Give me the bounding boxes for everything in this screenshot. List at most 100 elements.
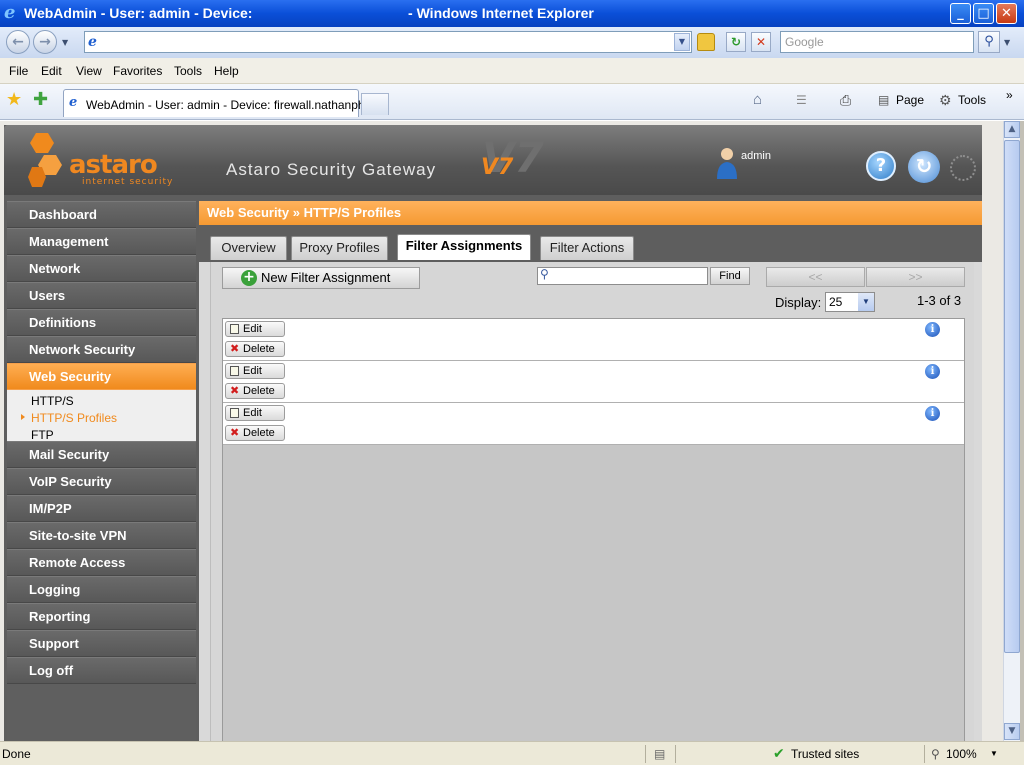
delete-button[interactable]: ✖ Delete	[225, 425, 285, 441]
close-button[interactable]: ✕	[996, 3, 1017, 24]
window-titlebar: e WebAdmin - User: admin - Device: - Win…	[0, 0, 1024, 27]
lock-icon[interactable]	[697, 33, 715, 51]
edit-button[interactable]: Edit	[225, 363, 285, 379]
find-input[interactable]: ⚲	[537, 267, 708, 285]
sidebar-item-definitions[interactable]: Definitions	[7, 309, 196, 336]
edit-button[interactable]: Edit	[225, 321, 285, 337]
zoom-dropdown-icon[interactable]: ▼	[990, 743, 998, 765]
home-icon[interactable]: ⌂	[753, 92, 762, 107]
search-options-icon[interactable]: ▼	[1004, 38, 1010, 47]
browser-tab-label: WebAdmin - User: admin - Device: firewal…	[86, 98, 382, 112]
tab-proxy-profiles[interactable]: Proxy Profiles	[291, 236, 388, 260]
product-name: Astaro Security Gateway	[226, 160, 437, 179]
refresh-button[interactable]: ↻	[726, 32, 746, 52]
tools-menu[interactable]: Tools	[958, 93, 986, 107]
sidebar-item-label: Support	[29, 636, 79, 651]
sidebar-item-users[interactable]: Users	[7, 282, 196, 309]
sidebar-item-log-off[interactable]: Log off	[7, 657, 196, 684]
favorites-star-icon[interactable]: ★	[6, 91, 22, 109]
sidebar-item-web-security[interactable]: Web Security	[7, 363, 196, 390]
checkmark-icon: ✔	[773, 746, 785, 762]
sidebar-item-label: Mail Security	[29, 447, 110, 462]
history-dropdown-icon[interactable]: ▼	[62, 38, 68, 47]
previous-page-button[interactable]: <<	[766, 267, 865, 287]
info-icon[interactable]: i	[925, 406, 940, 421]
delete-button[interactable]: ✖ Delete	[225, 341, 285, 357]
sidebar-item-support[interactable]: Support	[7, 630, 196, 657]
browser-tab-row: ★ ✚ e WebAdmin - User: admin - Device: f…	[0, 84, 1024, 120]
find-button[interactable]: Find	[710, 267, 750, 285]
status-text: Done	[2, 747, 31, 761]
info-icon[interactable]: i	[925, 322, 940, 337]
forward-button[interactable]: →	[33, 30, 57, 54]
address-bar[interactable]: e ▼	[84, 31, 692, 53]
display-select[interactable]: 25 ▼	[825, 292, 875, 312]
tab-filter-actions[interactable]: Filter Actions	[540, 236, 634, 260]
menu-view[interactable]: View	[76, 64, 102, 78]
status-divider	[645, 745, 646, 763]
tools-gear-icon[interactable]: ⚙	[939, 93, 952, 107]
tab-page-icon: e	[69, 95, 78, 110]
zoom-icon: ⚲	[931, 747, 940, 761]
menu-edit[interactable]: Edit	[41, 64, 62, 78]
back-button[interactable]: ←	[6, 30, 30, 54]
feeds-icon[interactable]: ☰	[796, 93, 807, 107]
search-input[interactable]: Google	[780, 31, 974, 53]
security-zone[interactable]: Trusted sites	[791, 743, 859, 765]
sidebar-item-im-p2p[interactable]: IM/P2P	[7, 495, 196, 522]
print-icon[interactable]: ⎙	[840, 93, 851, 107]
address-toolbar: ← → ▼ e ▼ ↻ ✕ Google ⚲ ▼	[0, 27, 1024, 58]
sidebar-item-management[interactable]: Management	[7, 228, 196, 255]
sidebar-item-remote-access[interactable]: Remote Access	[7, 549, 196, 576]
tab-overview[interactable]: Overview	[210, 236, 287, 260]
sidebar-item-label: IM/P2P	[29, 501, 72, 516]
breadcrumb: Web Security » HTTP/S Profiles	[199, 201, 982, 225]
sidebar-item-voip-security[interactable]: VoIP Security	[7, 468, 196, 495]
sidebar-item-logging[interactable]: Logging	[7, 576, 196, 603]
webadmin-frame: astaro internet security Astaro Security…	[4, 125, 982, 741]
sidebar-item-label: Dashboard	[29, 207, 97, 222]
reload-icon[interactable]: ↻	[908, 151, 940, 183]
sidebar-item-mail-security[interactable]: Mail Security	[7, 441, 196, 468]
edit-button[interactable]: Edit	[225, 405, 285, 421]
sidebar-item-network[interactable]: Network	[7, 255, 196, 282]
search-icon[interactable]: ⚲	[978, 31, 1000, 53]
tab-filter-assignments[interactable]: Filter Assignments	[397, 234, 531, 260]
scroll-up-icon[interactable]: ▲	[1004, 121, 1020, 138]
minimize-button[interactable]: _	[950, 3, 971, 24]
delete-button[interactable]: ✖ Delete	[225, 383, 285, 399]
help-icon[interactable]: ?	[866, 151, 896, 181]
new-tab-button[interactable]	[361, 93, 389, 115]
address-dropdown-icon[interactable]: ▼	[674, 33, 690, 51]
zoom-level[interactable]: 100%	[946, 743, 977, 765]
new-filter-assignment-button[interactable]: + New Filter Assignment	[222, 267, 420, 289]
page-menu[interactable]: Page	[896, 93, 924, 107]
status-divider	[924, 745, 925, 763]
edit-icon	[230, 324, 239, 334]
menu-tools[interactable]: Tools	[174, 64, 202, 78]
status-divider	[675, 745, 676, 763]
sidebar-item-reporting[interactable]: Reporting	[7, 603, 196, 630]
subnav-item-https[interactable]: HTTP/S	[31, 394, 74, 408]
sidebar-item-site-to-site-vpn[interactable]: Site-to-site VPN	[7, 522, 196, 549]
info-icon[interactable]: i	[925, 364, 940, 379]
sidebar-item-dashboard[interactable]: Dashboard	[7, 201, 196, 228]
scroll-thumb[interactable]	[1004, 140, 1020, 653]
chevron-more-icon[interactable]: »	[1006, 88, 1013, 102]
stop-button[interactable]: ✕	[751, 32, 771, 52]
subnav-item-ftp[interactable]: FTP	[31, 428, 54, 442]
scroll-down-icon[interactable]: ▼	[1004, 723, 1020, 740]
list-item: Edit ✖ Delete i	[223, 319, 964, 361]
ie-logo-icon: e	[4, 2, 16, 23]
next-page-button[interactable]: >>	[866, 267, 965, 287]
vertical-scrollbar[interactable]: ▲ ▼	[1003, 121, 1020, 741]
browser-tab-webadmin[interactable]: e WebAdmin - User: admin - Device: firew…	[63, 89, 381, 117]
page-menu-icon[interactable]: ▤	[878, 93, 889, 107]
sidebar-item-network-security[interactable]: Network Security	[7, 336, 196, 363]
menu-help[interactable]: Help	[214, 64, 239, 78]
add-favorite-icon[interactable]: ✚	[33, 91, 48, 109]
subnav-item-https-profiles[interactable]: HTTP/S Profiles	[31, 411, 117, 425]
maximize-button[interactable]: □	[973, 3, 994, 24]
menu-file[interactable]: File	[9, 64, 28, 78]
menu-favorites[interactable]: Favorites	[113, 64, 162, 78]
